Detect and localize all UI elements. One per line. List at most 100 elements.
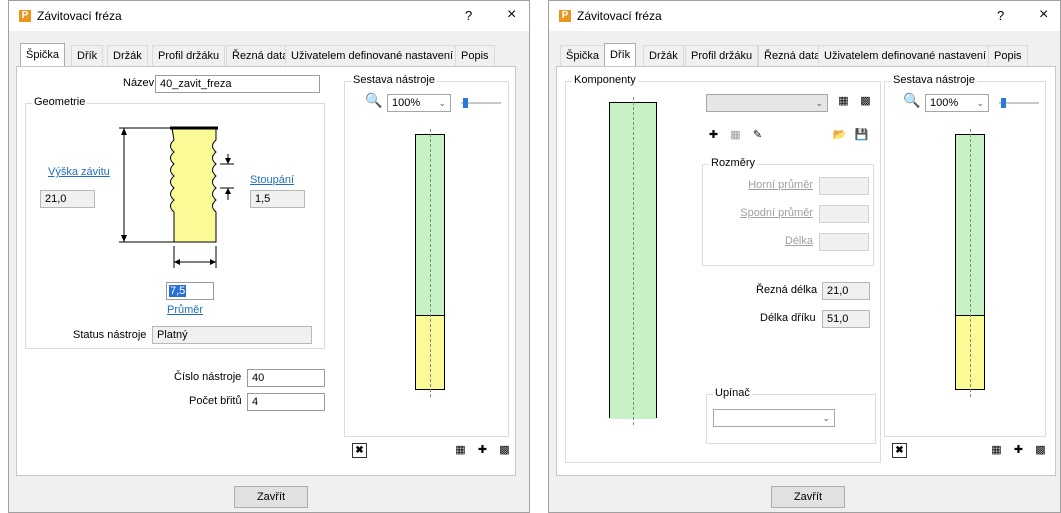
centerline <box>970 129 971 397</box>
tab-user-settings[interactable]: Uživatelem definované nastavení <box>818 45 993 67</box>
zoom-select[interactable]: 100% ⌄ <box>387 94 451 112</box>
holder-icon[interactable]: ▦ <box>453 443 468 458</box>
cutting-length-field: 21,0 <box>822 282 870 300</box>
flutes-input[interactable]: 4 <box>247 393 325 411</box>
assembly-icon[interactable]: ▩ <box>497 443 512 458</box>
flutes-label: Počet břitů <box>189 395 242 407</box>
upper-diameter-field <box>819 177 869 195</box>
remove-component-icon: ▦ <box>730 129 741 141</box>
close-button[interactable]: Zavřít <box>234 486 308 508</box>
tab-bar: Špička Dřík Držák Profil držáku Řezná da… <box>16 43 529 67</box>
length-link: Délka <box>784 235 813 247</box>
shank-length-label: Délka dříku <box>760 312 816 324</box>
title-bar: P Závitovací fréza ? × <box>549 1 1060 31</box>
tab-panel-tip: Název 40_zavit_freza Geometrie Výška záv… <box>16 66 516 476</box>
tool-assembly-preview <box>415 129 445 397</box>
add-component-icon[interactable]: ✚ <box>1011 443 1026 458</box>
diameter-input[interactable]: 7,5 <box>166 282 214 300</box>
tab-drzak[interactable]: Držák <box>107 45 148 67</box>
status-label: Status nástroje <box>73 329 147 341</box>
zoom-slider-thumb[interactable] <box>463 98 468 108</box>
thread-height-field: 21,0 <box>40 190 95 208</box>
tab-spicka[interactable]: Špička <box>20 43 66 66</box>
diameter-value: 7,5 <box>169 285 187 297</box>
holder-select[interactable]: ⌄ <box>713 409 835 427</box>
chevron-down-icon: ⌄ <box>815 98 823 108</box>
tool-number-input[interactable]: 40 <box>247 369 325 387</box>
thread-height-link[interactable]: Výška závitu <box>48 166 110 178</box>
cutting-length-label: Řezná délka <box>756 284 818 296</box>
geometry-group: Geometrie Výška závitu 21,0 Stoupání 1,5… <box>25 96 325 349</box>
chevron-down-icon: ⌄ <box>438 98 446 108</box>
component-library-icon[interactable]: ▩ <box>858 94 873 109</box>
tab-drik[interactable]: Dřík <box>71 45 104 67</box>
lower-diameter-field <box>819 205 869 223</box>
upper-diameter-link: Horní průměr <box>748 179 813 191</box>
holder-group-label: Upínač <box>713 387 752 399</box>
tab-spicka[interactable]: Špička <box>560 45 606 67</box>
zoom-slider-thumb[interactable] <box>1001 98 1006 108</box>
app-icon: P <box>559 10 571 22</box>
geometry-group-label: Geometrie <box>32 96 88 108</box>
tab-rezna-data[interactable]: Řezná data <box>758 45 827 67</box>
chevron-down-icon: ⌄ <box>976 98 984 108</box>
close-icon[interactable]: × <box>1039 6 1048 24</box>
close-button[interactable]: Zavřít <box>771 486 845 508</box>
fit-view-icon[interactable]: ✖ <box>892 443 907 458</box>
components-group: Komponenty ⌄ ▦ ▩ ✚ ▦ ✎ 📂 💾 Rozměry Horní… <box>565 74 881 463</box>
components-group-label: Komponenty <box>572 74 638 86</box>
tab-profil-drzaku[interactable]: Profil držáku <box>152 45 226 67</box>
add-component-icon[interactable]: ✚ <box>706 128 721 143</box>
shank-length-field: 51,0 <box>822 310 870 328</box>
tab-popis[interactable]: Popis <box>455 45 495 67</box>
tool-assembly-preview <box>955 129 985 397</box>
help-button[interactable]: ? <box>465 8 472 23</box>
pitch-link[interactable]: Stoupání <box>250 174 294 186</box>
dimensions-group-label: Rozměry <box>709 157 758 169</box>
select-component-icon[interactable]: ▦ <box>836 94 851 109</box>
name-label: Název <box>123 77 155 89</box>
help-button[interactable]: ? <box>997 8 1004 23</box>
chevron-down-icon: ⌄ <box>822 413 830 423</box>
length-field <box>819 233 869 251</box>
thread-mill-diagram <box>119 126 234 268</box>
zoom-select[interactable]: 100% ⌄ <box>925 94 989 112</box>
fit-view-icon[interactable]: ✖ <box>352 443 367 458</box>
tab-panel-shank: Komponenty ⌄ ▦ ▩ ✚ ▦ ✎ 📂 💾 Rozměry Horní… <box>556 66 1056 476</box>
assembly-group-label: Sestava nástroje <box>351 74 437 86</box>
tool-number-label: Číslo nástroje <box>174 371 242 383</box>
app-icon: P <box>19 10 31 22</box>
component-select[interactable]: ⌄ <box>706 94 828 112</box>
tab-user-settings[interactable]: Uživatelem definované nastavení <box>285 45 460 67</box>
centerline <box>430 129 431 397</box>
dialog-title: Závitovací fréza <box>37 9 122 23</box>
status-field: Platný <box>152 326 312 344</box>
tab-popis[interactable]: Popis <box>988 45 1028 67</box>
diameter-link[interactable]: Průměr <box>167 304 203 316</box>
name-input[interactable]: 40_zavit_freza <box>155 75 320 93</box>
open-folder-icon[interactable]: 📂 <box>832 128 847 143</box>
add-component-icon[interactable]: ✚ <box>475 443 490 458</box>
tab-drik[interactable]: Dřík <box>604 43 637 66</box>
tab-profil-drzaku[interactable]: Profil držáku <box>685 45 759 67</box>
centerline <box>633 97 634 425</box>
assembly-group: Sestava nástroje 🔍 100% ⌄ <box>344 74 509 437</box>
zoom-value: 100% <box>930 97 959 109</box>
close-icon[interactable]: × <box>507 6 516 24</box>
zoom-icon: 🔍 <box>903 92 921 108</box>
assembly-group: Sestava nástroje 🔍 100% ⌄ <box>884 74 1046 437</box>
holder-group: Upínač ⌄ <box>706 387 876 444</box>
zoom-icon: 🔍 <box>365 92 383 108</box>
assembly-icon[interactable]: ▩ <box>1033 443 1048 458</box>
tab-drzak[interactable]: Držák <box>643 45 684 67</box>
save-icon[interactable]: 💾 <box>854 128 869 143</box>
tab-bar: Špička Dřík Držák Profil držáku Řezná da… <box>556 43 1060 67</box>
lower-diameter-link: Spodní průměr <box>740 207 813 219</box>
holder-icon[interactable]: ▦ <box>989 443 1004 458</box>
edit-component-icon[interactable]: ✎ <box>750 128 765 143</box>
zoom-value: 100% <box>392 97 421 109</box>
tool-dialog-tip: P Závitovací fréza ? × Špička Dřík Držák… <box>8 0 530 513</box>
tool-dialog-shank: P Závitovací fréza ? × Špička Dřík Držák… <box>548 0 1061 513</box>
title-bar: P Závitovací fréza ? × <box>9 1 529 31</box>
dimensions-group: Rozměry Horní průměr Spodní průměr Délka <box>702 157 874 266</box>
